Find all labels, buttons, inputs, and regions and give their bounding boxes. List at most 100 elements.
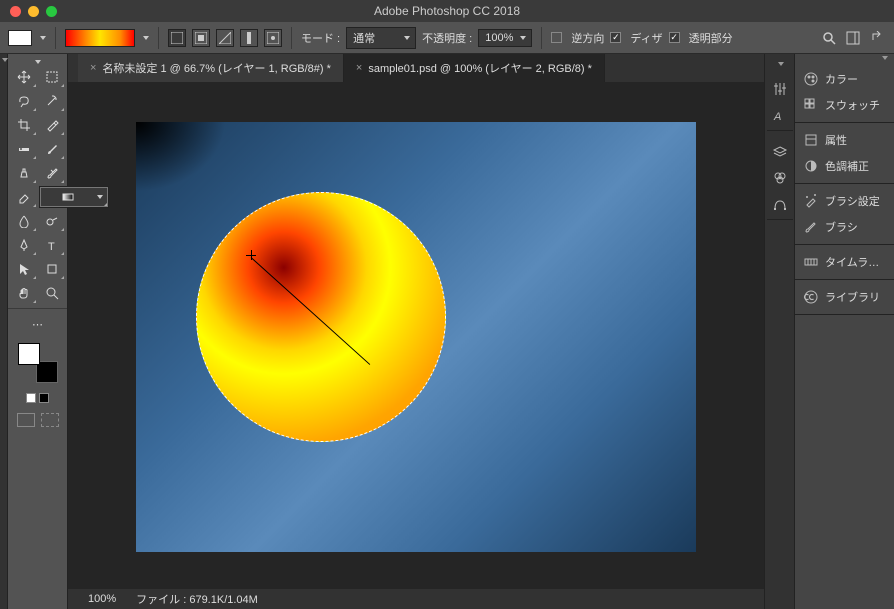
svg-text:A: A (773, 111, 781, 123)
app-title: Adobe Photoshop CC 2018 (0, 4, 894, 18)
panel-dock: カラー スウォッチ 属性 色調補正 ブラシ設定 ブラシ タイムラ… ライブラリ (794, 54, 894, 609)
panel-label: ライブラリ (825, 289, 880, 305)
swatches-panel[interactable]: スウォッチ (795, 92, 894, 118)
chevron-down-icon[interactable] (778, 62, 784, 66)
brushes-panel[interactable]: ブラシ (795, 214, 894, 240)
dither-checkbox[interactable] (610, 32, 621, 43)
right-tray: A (764, 54, 794, 609)
transparency-label: 透明部分 (689, 30, 733, 46)
panel-label: ブラシ設定 (825, 193, 880, 209)
file-info[interactable]: ファイル : 679.1K/1.04M (136, 591, 258, 607)
hand-tool[interactable] (11, 282, 37, 304)
paths-icon[interactable] (771, 195, 789, 213)
chevron-down-icon[interactable] (35, 60, 41, 64)
screen-mode-toggle[interactable] (41, 413, 59, 427)
tool-preset-picker[interactable] (8, 30, 32, 46)
workspace-icon[interactable] (844, 29, 862, 47)
canvas[interactable] (136, 122, 696, 552)
swatches-icon (803, 97, 819, 113)
canvas-viewport[interactable] (68, 82, 764, 589)
path-selection-tool[interactable] (11, 258, 37, 280)
svg-text:T: T (48, 241, 55, 252)
eraser-tool[interactable] (11, 186, 37, 208)
opacity-value: 100% (485, 32, 513, 44)
gradient-tool[interactable] (39, 186, 109, 208)
libraries-panel[interactable]: ライブラリ (795, 284, 894, 310)
eyedropper-tool[interactable] (39, 114, 65, 136)
magic-wand-tool[interactable] (39, 90, 65, 112)
type-tool[interactable]: T (39, 234, 65, 256)
reverse-checkbox[interactable] (551, 32, 562, 43)
chevron-down-icon[interactable] (2, 58, 8, 62)
color-panel[interactable]: カラー (795, 66, 894, 92)
chevron-down-icon[interactable] (143, 36, 149, 40)
healing-brush-tool[interactable] (11, 138, 37, 160)
crop-tool[interactable] (11, 114, 37, 136)
document-area: × 名称未設定 1 @ 66.7% (レイヤー 1, RGB/8#) * ×sam… (68, 54, 764, 609)
brush-settings-icon (803, 193, 819, 209)
clone-stamp-tool[interactable] (11, 162, 37, 184)
brush-icon (803, 219, 819, 235)
opacity-input[interactable]: 100% (478, 29, 532, 47)
tab-label: 名称未設定 1 @ 66.7% (レイヤー 1, RGB/8#) * (102, 60, 330, 76)
lasso-tool[interactable] (11, 90, 37, 112)
foreground-color[interactable] (18, 343, 40, 365)
character-icon[interactable]: A (771, 106, 789, 124)
reverse-label: 逆方向 (571, 30, 604, 46)
left-tray (0, 54, 8, 609)
panel-label: タイムラ… (825, 254, 879, 270)
brush-settings-panel[interactable]: ブラシ設定 (795, 188, 894, 214)
linear-gradient-button[interactable] (168, 29, 186, 47)
layers-icon[interactable] (771, 143, 789, 161)
timeline-icon (803, 254, 819, 270)
panel-label: ブラシ (825, 219, 858, 235)
move-tool[interactable] (11, 66, 37, 88)
color-picker[interactable] (18, 343, 58, 383)
selection-circle (196, 192, 446, 442)
pen-tool[interactable] (11, 234, 37, 256)
dodge-tool[interactable] (39, 210, 65, 232)
gradient-picker[interactable] (65, 29, 135, 47)
document-tab[interactable]: × 名称未設定 1 @ 66.7% (レイヤー 1, RGB/8#) * (78, 54, 344, 82)
quick-mask-toggle[interactable] (17, 413, 35, 427)
opacity-label: 不透明度 : (422, 30, 472, 46)
cc-icon (803, 289, 819, 305)
properties-icon (803, 132, 819, 148)
angle-gradient-button[interactable] (216, 29, 234, 47)
options-bar: モード : 通常 不透明度 : 100% 逆方向 ディザ 透明部分 (0, 22, 894, 54)
document-tab[interactable]: ×sample01.psd @ 100% (レイヤー 2, RGB/8) * (344, 54, 605, 82)
zoom-tool[interactable] (39, 282, 65, 304)
edit-toolbar[interactable]: ⋯ (25, 313, 51, 335)
panel-label: カラー (825, 71, 858, 87)
timeline-panel[interactable]: タイムラ… (795, 249, 894, 275)
panel-label: 色調補正 (825, 158, 869, 174)
reflected-gradient-button[interactable] (240, 29, 258, 47)
zoom-level[interactable]: 100% (88, 593, 116, 605)
diamond-gradient-button[interactable] (264, 29, 282, 47)
blur-tool[interactable] (11, 210, 37, 232)
brush-tool[interactable] (39, 138, 65, 160)
shape-tool[interactable] (39, 258, 65, 280)
transparency-checkbox[interactable] (669, 32, 680, 43)
adjustments-icon (803, 158, 819, 174)
search-icon[interactable] (820, 29, 838, 47)
close-tab-icon[interactable]: × (90, 62, 96, 74)
chevron-down-icon[interactable] (882, 56, 888, 60)
history-brush-tool[interactable] (39, 162, 65, 184)
channels-icon[interactable] (771, 169, 789, 187)
adjustments-panel[interactable]: 色調補正 (795, 153, 894, 179)
close-tab-icon[interactable]: × (356, 62, 362, 74)
properties-panel[interactable]: 属性 (795, 127, 894, 153)
titlebar: Adobe Photoshop CC 2018 (0, 0, 894, 22)
blend-mode-value: 通常 (353, 33, 375, 45)
status-bar: 100% ファイル : 679.1K/1.04M (68, 589, 764, 609)
default-colors[interactable] (26, 393, 49, 403)
blend-mode-select[interactable]: 通常 (346, 27, 416, 49)
toolbox: T ⋯ (8, 54, 68, 609)
marquee-tool[interactable] (39, 66, 65, 88)
radial-gradient-button[interactable] (192, 29, 210, 47)
panel-label: 属性 (825, 132, 847, 148)
chevron-down-icon[interactable] (40, 36, 46, 40)
share-icon[interactable] (868, 29, 886, 47)
adjustments-icon[interactable] (771, 80, 789, 98)
